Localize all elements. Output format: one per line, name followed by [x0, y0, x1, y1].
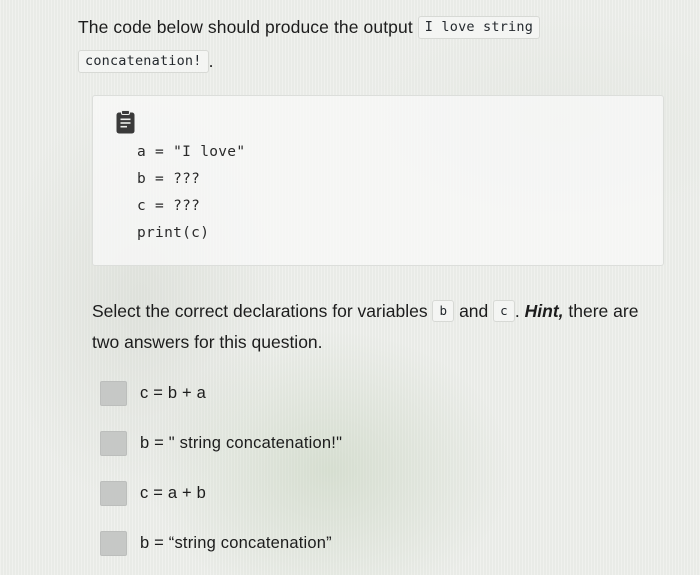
output-code-line-1: I love string: [417, 16, 541, 40]
option-label: c = b + a: [140, 384, 207, 403]
option-checkbox[interactable]: [100, 531, 127, 557]
option-row[interactable]: c = b + a: [100, 381, 678, 407]
code-card: a = "I love" b = ??? c = ??? print(c): [92, 95, 664, 266]
option-checkbox[interactable]: [100, 431, 127, 457]
option-checkbox[interactable]: [100, 381, 127, 407]
output-code-line-2: concatenation!: [78, 50, 209, 74]
option-row[interactable]: c = a + b: [100, 481, 678, 507]
option-row[interactable]: b = “string concatenation”: [100, 531, 678, 557]
question-paragraph: Select the correct declarations for vari…: [92, 296, 652, 360]
option-label: b = “string concatenation”: [140, 534, 332, 553]
hint-label: Hint,: [524, 300, 564, 321]
prompt-text-before: The code below should produce the output: [78, 17, 413, 37]
option-row[interactable]: b = " string concatenation!": [100, 431, 678, 457]
clipboard-icon: [115, 110, 136, 135]
option-checkbox[interactable]: [100, 481, 127, 507]
prompt-text-after: .: [208, 51, 214, 72]
question-text-before: Select the correct declarations for vari…: [92, 300, 428, 321]
variable-c-code: c: [493, 299, 515, 322]
option-label: c = a + b: [140, 484, 207, 503]
answer-options-list: c = b + a b = " string concatenation!" c…: [100, 381, 678, 557]
option-label: b = " string concatenation!": [140, 434, 343, 453]
question-text-period: .: [514, 300, 520, 321]
question-text-and: and: [459, 300, 489, 321]
code-snippet: a = "I love" b = ??? c = ??? print(c): [137, 144, 246, 241]
prompt-paragraph: The code below should produce the output…: [78, 10, 678, 78]
question-page: The code below should produce the output…: [0, 0, 700, 575]
variable-b-code: b: [432, 299, 455, 322]
